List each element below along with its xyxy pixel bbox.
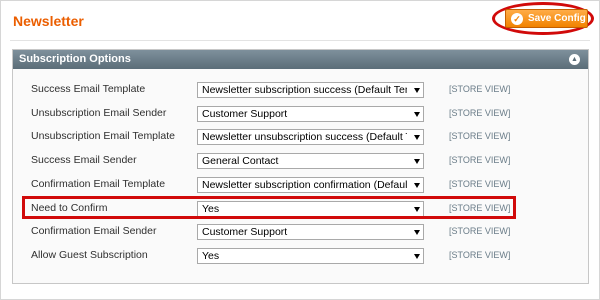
scope-label: [STORE VIEW] xyxy=(449,179,511,189)
scope-label: [STORE VIEW] xyxy=(449,84,511,94)
chevron-down-icon xyxy=(414,112,420,117)
confirmation-email-sender-select[interactable]: Customer Support xyxy=(197,224,424,240)
row-label: Success Email Template xyxy=(31,83,146,95)
save-config-label: Save Config xyxy=(528,13,586,24)
select-value: Customer Support xyxy=(202,108,288,120)
config-row-success-email-sender: Success Email Sender General Contact [ST… xyxy=(13,153,588,169)
select-value: Customer Support xyxy=(202,226,288,238)
scope-label: [STORE VIEW] xyxy=(449,131,511,141)
unsubscription-email-template-select[interactable]: Newsletter unsubscription success (Defau… xyxy=(197,129,424,145)
confirmation-email-template-select[interactable]: Newsletter subscription confirmation (De… xyxy=(197,177,424,193)
chevron-down-icon xyxy=(414,183,420,188)
check-icon: ✓ xyxy=(511,12,523,25)
chevron-down-icon xyxy=(414,88,420,93)
need-to-confirm-highlight xyxy=(22,196,516,219)
save-config-button[interactable]: ✓ Save Config xyxy=(505,9,588,28)
select-value: Newsletter subscription success (Default… xyxy=(202,84,407,96)
scope-label: [STORE VIEW] xyxy=(449,155,511,165)
chevron-down-icon xyxy=(414,230,420,235)
scope-label: [STORE VIEW] xyxy=(449,250,511,260)
row-label: Allow Guest Subscription xyxy=(31,249,148,261)
row-label: Confirmation Email Template xyxy=(31,178,166,190)
config-row-unsubscription-email-sender: Unsubscription Email Sender Customer Sup… xyxy=(13,106,588,122)
row-label: Unsubscription Email Sender xyxy=(31,107,167,119)
row-label: Unsubscription Email Template xyxy=(31,130,175,142)
scope-label: [STORE VIEW] xyxy=(449,226,511,236)
select-value: Newsletter subscription confirmation (De… xyxy=(202,179,407,191)
config-row-confirmation-email-sender: Confirmation Email Sender Customer Suppo… xyxy=(13,224,588,240)
title-divider xyxy=(10,40,590,41)
subscription-options-fieldset: Subscription Options ▲ Success Email Tem… xyxy=(12,49,589,284)
page-title: Newsletter xyxy=(13,13,84,29)
config-row-confirmation-email-template: Confirmation Email Template Newsletter s… xyxy=(13,177,588,193)
config-row-allow-guest-subscription: Allow Guest Subscription Yes [STORE VIEW… xyxy=(13,248,588,264)
unsubscription-email-sender-select[interactable]: Customer Support xyxy=(197,106,424,122)
config-row-success-email-template: Success Email Template Newsletter subscr… xyxy=(13,82,588,98)
row-label: Confirmation Email Sender xyxy=(31,225,157,237)
config-row-unsubscription-email-template: Unsubscription Email Template Newsletter… xyxy=(13,129,588,145)
scope-label: [STORE VIEW] xyxy=(449,108,511,118)
select-value: Yes xyxy=(202,250,220,262)
chevron-down-icon xyxy=(414,135,420,140)
select-value: Newsletter unsubscription success (Defau… xyxy=(202,131,407,143)
chevron-down-icon xyxy=(414,159,420,164)
section-title: Subscription Options xyxy=(19,53,131,65)
success-email-sender-select[interactable]: General Contact xyxy=(197,153,424,169)
allow-guest-subscription-select[interactable]: Yes xyxy=(197,248,424,264)
chevron-down-icon xyxy=(414,254,420,259)
row-label: Success Email Sender xyxy=(31,154,137,166)
section-header[interactable]: Subscription Options ▲ xyxy=(13,50,588,69)
select-value: General Contact xyxy=(202,155,279,167)
success-email-template-select[interactable]: Newsletter subscription success (Default… xyxy=(197,82,424,98)
collapse-up-icon[interactable]: ▲ xyxy=(569,54,580,65)
